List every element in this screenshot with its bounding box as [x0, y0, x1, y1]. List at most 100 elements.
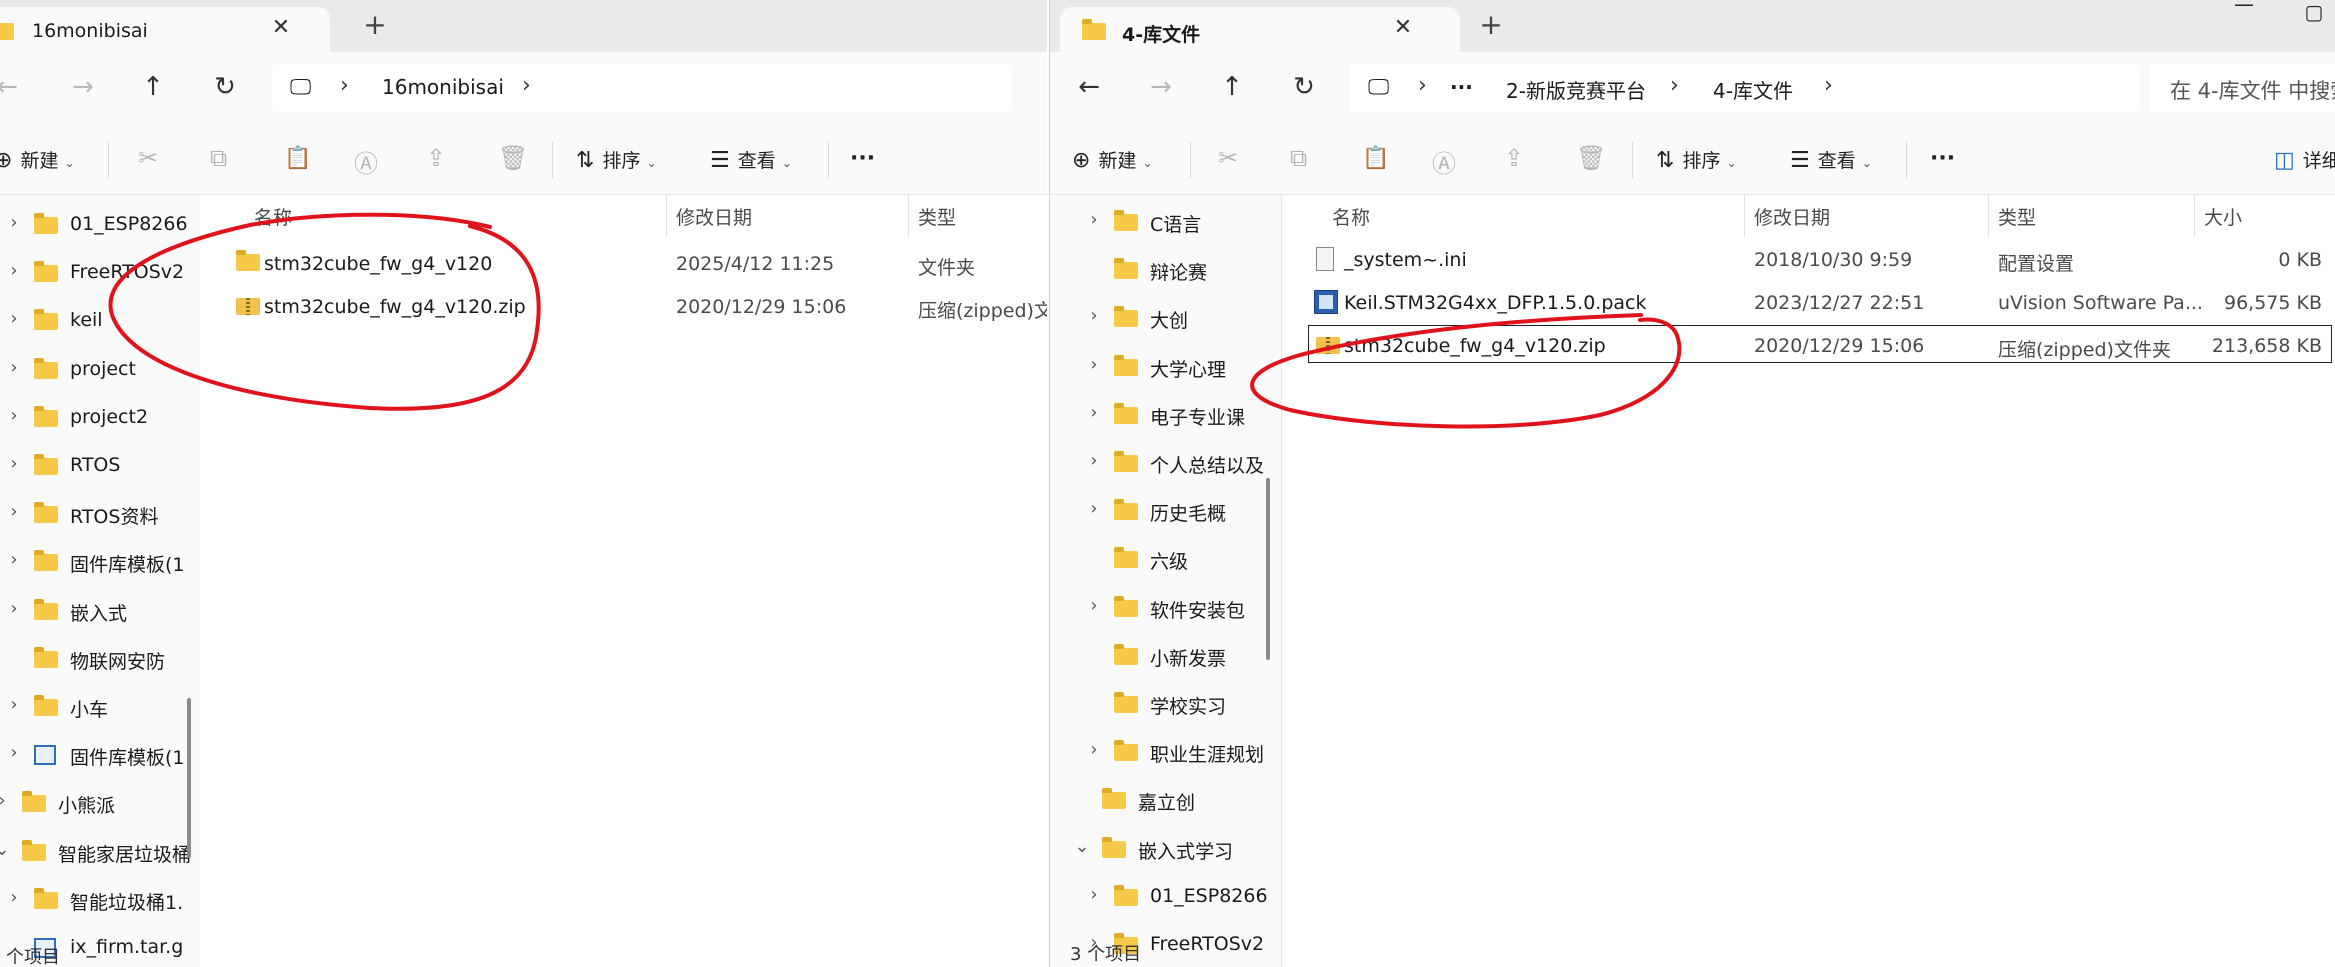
- rename-icon[interactable]: Ⓐ: [354, 144, 378, 179]
- column-header-name[interactable]: 名称: [254, 203, 292, 230]
- close-tab-icon[interactable]: ✕: [1388, 15, 1418, 40]
- new-tab-button[interactable]: +: [360, 8, 390, 41]
- view-button[interactable]: ☰ 查看 ⌄: [1790, 146, 1872, 173]
- sidebar-item[interactable]: › 01_ESP8266: [1084, 878, 1267, 918]
- more-options-button[interactable]: ···: [1930, 146, 1955, 171]
- breadcrumb-item[interactable]: 4-库文件: [1713, 75, 1793, 104]
- sidebar-item[interactable]: › FreeRTOSv2: [4, 254, 190, 294]
- column-header-type[interactable]: 类型: [918, 203, 956, 230]
- chevron-right-icon[interactable]: ›: [1084, 305, 1104, 326]
- chevron-right-icon[interactable]: ›: [4, 887, 24, 908]
- chevron-down-icon[interactable]: ⌄: [1072, 836, 1092, 857]
- chevron-right-icon[interactable]: ›: [1084, 354, 1104, 375]
- back-arrow-icon[interactable]: ←: [1072, 72, 1106, 102]
- column-header-name[interactable]: 名称: [1332, 203, 1370, 230]
- search-box[interactable]: 在 4-库文件 中搜索: [2150, 64, 2335, 112]
- column-header-size[interactable]: 大小: [2204, 203, 2242, 230]
- chevron-right-icon[interactable]: ›: [1084, 402, 1104, 423]
- refresh-icon[interactable]: ↻: [1287, 72, 1321, 102]
- maximize-icon[interactable]: ▢: [2294, 0, 2334, 24]
- back-arrow-icon[interactable]: ←: [0, 72, 24, 102]
- chevron-right-icon[interactable]: ›: [4, 742, 24, 763]
- delete-icon[interactable]: 🗑: [1576, 144, 1606, 172]
- minimize-icon[interactable]: —: [2224, 0, 2264, 16]
- details-pane-button[interactable]: ◫ 详细: [2274, 146, 2335, 173]
- sidebar-item[interactable]: › 固件库模板(1: [4, 543, 190, 583]
- refresh-icon[interactable]: ↻: [208, 72, 242, 102]
- breadcrumb-item[interactable]: 2-新版竞赛平台: [1506, 75, 1646, 104]
- address-bar[interactable]: 🖵 › 16monibisai ›: [272, 64, 1012, 112]
- sidebar-item[interactable]: › RTOS: [4, 447, 190, 487]
- sidebar-item[interactable]: › 小熊派: [0, 784, 190, 824]
- sidebar-item[interactable]: › 小车: [4, 688, 190, 728]
- sidebar-item[interactable]: › 软件安装包: [1084, 589, 1265, 629]
- column-header-type[interactable]: 类型: [1998, 203, 2036, 230]
- sidebar-item[interactable]: 小新发票: [1084, 637, 1265, 677]
- file-row[interactable]: Keil.STM32G4xx_DFP.1.5.0.pack 2023/12/27…: [1282, 282, 2335, 324]
- cut-icon[interactable]: ✂: [1218, 144, 1238, 172]
- copy-icon[interactable]: ⧉: [210, 144, 227, 172]
- sidebar-item[interactable]: ⌄ 智能家居垃圾桶: [0, 833, 191, 873]
- new-button[interactable]: ⊕ 新建 ⌄: [0, 146, 75, 173]
- chevron-right-icon[interactable]: ›: [4, 598, 24, 619]
- chevron-right-icon[interactable]: ›: [1084, 498, 1104, 519]
- sidebar-item[interactable]: › 电子专业课: [1084, 396, 1265, 436]
- chevron-right-icon[interactable]: ›: [4, 212, 24, 233]
- sidebar-item[interactable]: 六级: [1084, 540, 1265, 580]
- column-header-date[interactable]: 修改日期: [676, 203, 752, 230]
- file-row[interactable]: _system~.ini 2018/10/30 9:59 配置设置 0 KB: [1282, 239, 2335, 281]
- sort-button[interactable]: ⇅ 排序 ⌄: [576, 146, 657, 173]
- sidebar-item[interactable]: 学校实习: [1084, 685, 1265, 725]
- file-row-selected[interactable]: stm32cube_fw_g4_v120.zip 2020/12/29 15:0…: [1282, 325, 2335, 367]
- sidebar-item[interactable]: ⌄ 嵌入式学习: [1072, 830, 1265, 870]
- sidebar-item[interactable]: › 嵌入式: [4, 592, 190, 632]
- share-icon[interactable]: ⇪: [426, 144, 446, 172]
- column-header-date[interactable]: 修改日期: [1754, 203, 1830, 230]
- forward-arrow-icon[interactable]: →: [1144, 72, 1178, 102]
- sidebar-item[interactable]: › project2: [4, 399, 190, 439]
- chevron-right-icon[interactable]: ›: [4, 308, 24, 329]
- sidebar-item[interactable]: › 固件库模板(1: [4, 736, 190, 776]
- sidebar-item[interactable]: › C语言: [1084, 203, 1265, 243]
- sidebar-item[interactable]: › project: [4, 351, 190, 391]
- file-row[interactable]: stm32cube_fw_g4_v120.zip 2020/12/29 15:0…: [202, 286, 1047, 328]
- chevron-right-icon[interactable]: ›: [1084, 884, 1104, 905]
- breadcrumb-overflow-button[interactable]: ···: [1450, 75, 1473, 99]
- chevron-right-icon[interactable]: ›: [4, 453, 24, 474]
- address-bar[interactable]: 🖵 › ··· 2-新版竞赛平台 › 4-库文件 ›: [1350, 64, 2140, 112]
- sidebar-item[interactable]: › RTOS资料: [4, 495, 190, 535]
- tab-16monibisai[interactable]: 16monibisai ✕: [0, 7, 330, 52]
- tab-4-lib-files[interactable]: 4-库文件 ✕: [1060, 7, 1460, 52]
- sidebar-item[interactable]: 嘉立创: [1072, 781, 1265, 821]
- chevron-right-icon[interactable]: ›: [0, 790, 12, 811]
- close-tab-icon[interactable]: ✕: [266, 15, 296, 40]
- chevron-right-icon[interactable]: ›: [4, 405, 24, 426]
- share-icon[interactable]: ⇪: [1504, 144, 1524, 172]
- sidebar-scrollbar[interactable]: [1266, 478, 1270, 660]
- sidebar-item[interactable]: › 职业生涯规划: [1084, 733, 1265, 773]
- chevron-right-icon[interactable]: ›: [1084, 450, 1104, 471]
- sidebar-item[interactable]: 辩论赛: [1084, 251, 1265, 291]
- chevron-right-icon[interactable]: ›: [1084, 595, 1104, 616]
- chevron-right-icon[interactable]: ›: [1084, 209, 1104, 230]
- sidebar-item[interactable]: › 大创: [1084, 299, 1265, 339]
- chevron-right-icon[interactable]: ›: [4, 694, 24, 715]
- chevron-down-icon[interactable]: ⌄: [0, 839, 12, 860]
- paste-icon[interactable]: 📋: [284, 146, 311, 171]
- sidebar-item[interactable]: › 01_ESP8266: [4, 206, 190, 246]
- breadcrumb-item[interactable]: 16monibisai: [382, 75, 504, 99]
- sidebar-scrollbar[interactable]: [187, 698, 191, 858]
- chevron-right-icon[interactable]: ›: [4, 357, 24, 378]
- sidebar-item[interactable]: › 个人总结以及: [1084, 444, 1265, 484]
- sidebar-item[interactable]: › 智能垃圾桶1.: [4, 881, 190, 921]
- view-button[interactable]: ☰ 查看 ⌄: [710, 146, 792, 173]
- chevron-right-icon[interactable]: ›: [1084, 739, 1104, 760]
- forward-arrow-icon[interactable]: →: [66, 72, 100, 102]
- up-arrow-icon[interactable]: ↑: [1215, 72, 1249, 102]
- copy-icon[interactable]: ⧉: [1290, 144, 1307, 172]
- file-row[interactable]: stm32cube_fw_g4_v120 2025/4/12 11:25 文件夹: [202, 243, 1047, 285]
- more-options-button[interactable]: ···: [850, 146, 875, 171]
- up-arrow-icon[interactable]: ↑: [136, 72, 170, 102]
- sidebar-item[interactable]: › 大学心理: [1084, 348, 1265, 388]
- sidebar-item[interactable]: › 历史毛概: [1084, 492, 1265, 532]
